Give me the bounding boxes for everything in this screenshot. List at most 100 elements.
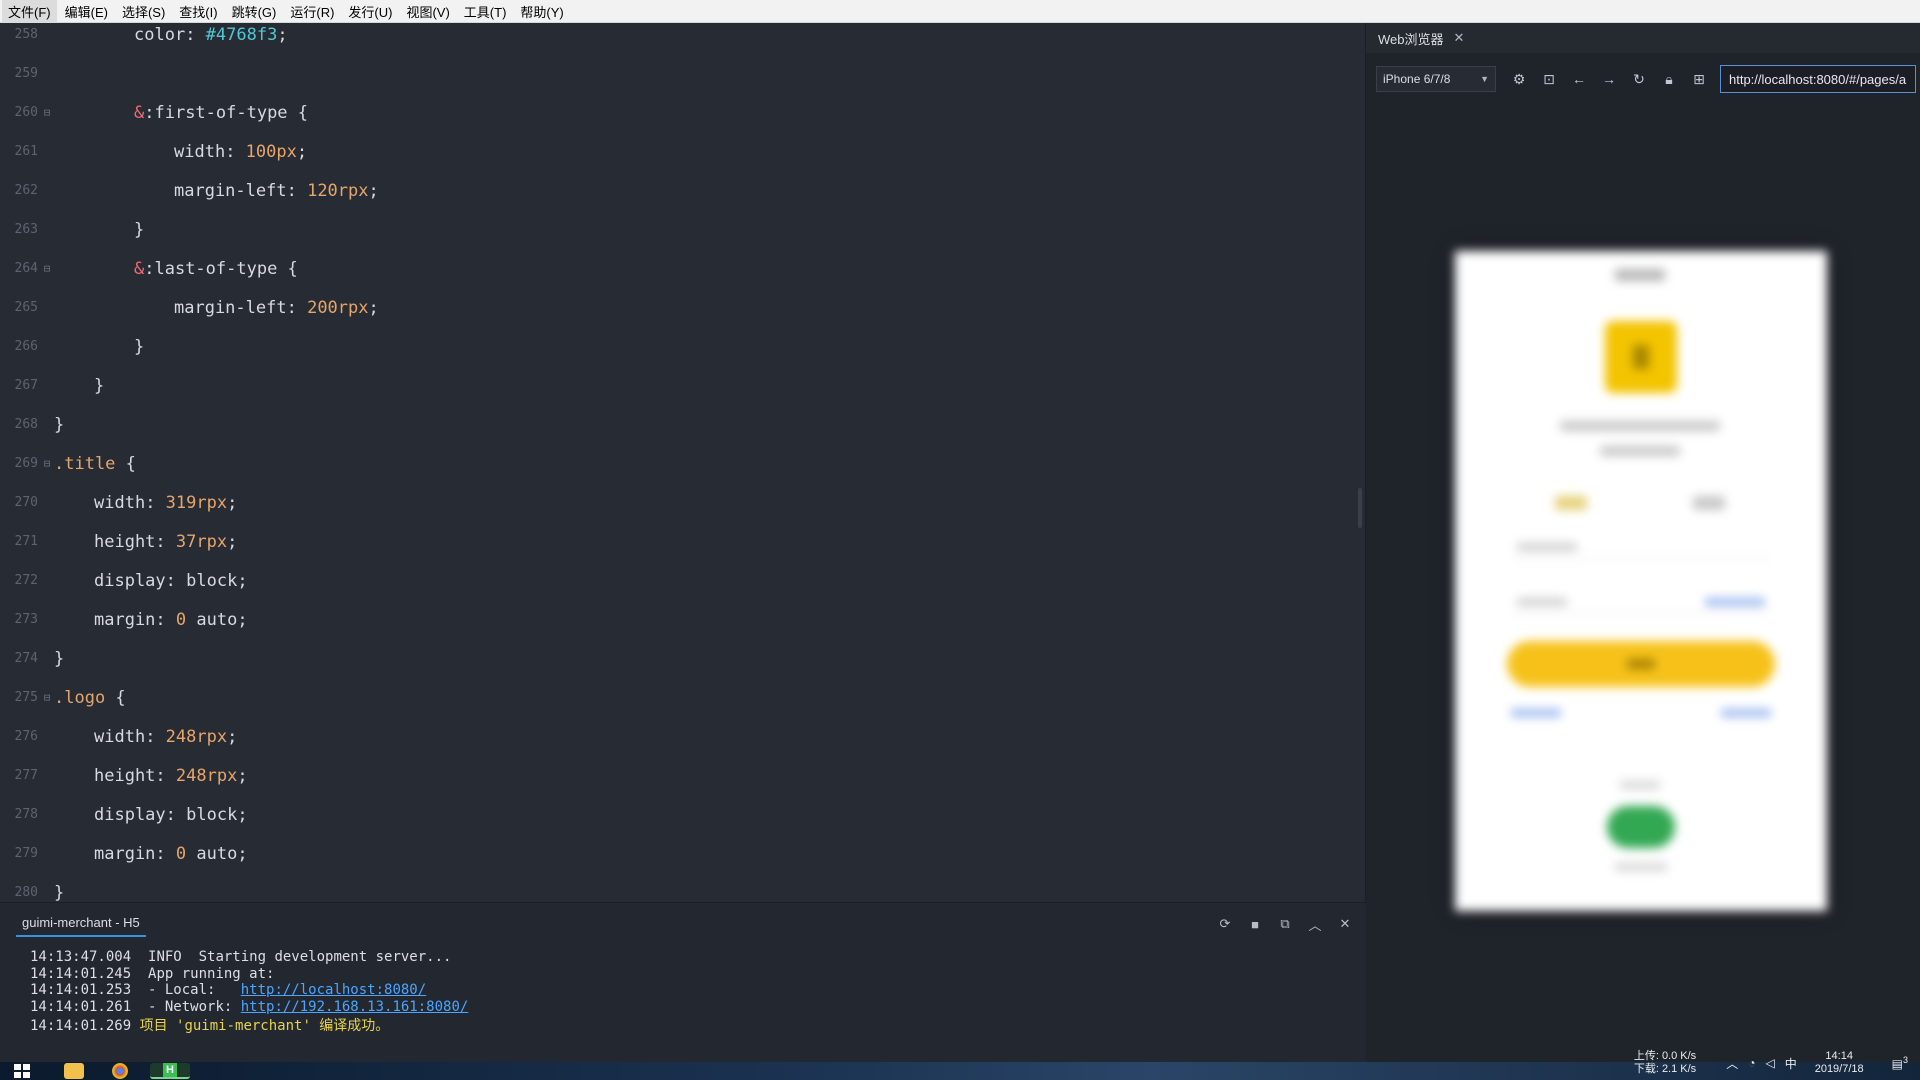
menu-item[interactable]: 工具(T) bbox=[458, 0, 513, 23]
preview-login-button bbox=[1507, 641, 1775, 687]
log-success-message: 项目 'guimi-merchant' 编译成功。 bbox=[139, 1018, 390, 1034]
menu-item[interactable]: 运行(R) bbox=[284, 0, 340, 23]
code-line[interactable]: 269 ⊟ .title { bbox=[0, 444, 1365, 483]
network-speed: 上传: 0.0 K/s 下载: 2.1 K/s bbox=[1634, 1050, 1696, 1076]
code-token: } bbox=[134, 219, 145, 240]
volume-muted-icon[interactable]: ◁ bbox=[1765, 1056, 1774, 1070]
code-token: ; bbox=[227, 492, 238, 513]
phone-preview[interactable] bbox=[1455, 251, 1827, 911]
menu-item[interactable]: 视图(V) bbox=[400, 0, 455, 23]
code-line[interactable]: 258 color: #4768f3; bbox=[0, 23, 1365, 54]
code-token: 100px bbox=[245, 141, 297, 162]
code-line[interactable]: 279 margin: 0 auto; bbox=[0, 834, 1365, 873]
line-number: 261 bbox=[14, 144, 38, 159]
stop-icon[interactable]: ■ bbox=[1246, 915, 1264, 933]
code-line[interactable]: 259 bbox=[0, 54, 1365, 93]
code-token: : bbox=[155, 843, 176, 864]
code-token: : bbox=[225, 141, 246, 162]
code-line[interactable]: 263} bbox=[0, 210, 1365, 249]
code-line[interactable]: 278 display: block; bbox=[0, 795, 1365, 834]
chrome-icon[interactable] bbox=[112, 1063, 128, 1079]
code-line[interactable]: 271 height: 37rpx; bbox=[0, 522, 1365, 561]
hbuilder-icon[interactable]: H bbox=[150, 1063, 190, 1079]
code-line[interactable]: 270 width: 319rpx; bbox=[0, 483, 1365, 522]
line-number: 266 bbox=[14, 339, 38, 354]
clock-date: 2019/7/18 bbox=[1814, 1063, 1864, 1075]
code-token: 248rpx bbox=[165, 726, 228, 747]
editor-scrollbar[interactable] bbox=[1358, 488, 1362, 528]
code-text: } bbox=[54, 220, 144, 240]
back-arrow-icon[interactable]: ← bbox=[1564, 71, 1594, 87]
file-explorer-icon[interactable] bbox=[64, 1063, 84, 1079]
menu-item[interactable]: 查找(I) bbox=[173, 0, 223, 23]
fold-toggle-icon[interactable]: ⊟ bbox=[40, 106, 54, 119]
log-line: 14:14:01.253 - Local: http://localhost:8… bbox=[30, 982, 426, 998]
code-token: 0 bbox=[175, 843, 187, 864]
settings-icon[interactable]: ⚙ bbox=[1504, 71, 1534, 88]
log-link[interactable]: http://localhost:8080/ bbox=[241, 982, 426, 998]
code-line[interactable]: 261 width: 100px; bbox=[0, 132, 1365, 171]
code-line[interactable]: 275 ⊟ .logo { bbox=[0, 678, 1365, 717]
chevron-up-icon[interactable]: ︿ bbox=[1726, 1055, 1738, 1072]
code-token: ; bbox=[237, 609, 248, 630]
log-text: App running at: bbox=[131, 965, 275, 982]
code-editor[interactable]: 258 color: #4768f3; 259 260 ⊟ &:first-of-type… bbox=[0, 23, 1366, 902]
code-line[interactable]: 262 margin-left: 120rpx; bbox=[0, 171, 1365, 210]
console-tab[interactable]: guimi-merchant - H5 bbox=[16, 911, 146, 937]
menu-bar: 文件(F) 编辑(E) 选择(S) 查找(I) 跳转(G) 运行(R) 发行(U) 视图(V)… bbox=[0, 0, 1920, 23]
menu-item[interactable]: 帮助(Y) bbox=[514, 0, 569, 23]
code-line[interactable]: 280} bbox=[0, 873, 1365, 903]
console-icon[interactable]: ⊡ bbox=[1534, 71, 1564, 88]
refresh-icon[interactable]: ↻ bbox=[1624, 71, 1654, 88]
line-number: 260 bbox=[14, 105, 38, 120]
notification-icon[interactable]: ▤3 bbox=[1892, 1055, 1908, 1071]
code-line[interactable]: 268} bbox=[0, 405, 1365, 444]
qr-code-icon[interactable]: ⊞ bbox=[1684, 71, 1714, 88]
code-line[interactable]: 276 width: 248rpx; bbox=[0, 717, 1365, 756]
code-line[interactable]: 277 height: 248rpx; bbox=[0, 756, 1365, 795]
restart-icon[interactable]: ⟳ bbox=[1216, 915, 1234, 933]
code-text: margin-left: 120rpx; bbox=[54, 181, 379, 201]
line-number: 278 bbox=[14, 807, 38, 822]
code-token: width bbox=[94, 492, 146, 513]
windows-start-icon[interactable] bbox=[14, 1064, 30, 1078]
code-token: { bbox=[287, 102, 309, 123]
line-number: 263 bbox=[14, 222, 38, 237]
menu-item[interactable]: 编辑(E) bbox=[59, 0, 114, 23]
forward-arrow-icon[interactable]: → bbox=[1594, 71, 1624, 87]
code-token: { bbox=[277, 258, 298, 279]
close-icon[interactable]: ✕ bbox=[1336, 915, 1354, 933]
wifi-icon[interactable]: ◔ bbox=[1748, 1056, 1755, 1070]
code-line[interactable]: 260 ⊟ &:first-of-type { bbox=[0, 93, 1365, 132]
code-line[interactable]: 264 ⊟ &:last-of-type { bbox=[0, 249, 1365, 288]
browser-tab[interactable]: Web浏览器 ✕ bbox=[1366, 29, 1464, 48]
menu-item[interactable]: 选择(S) bbox=[116, 0, 171, 23]
code-token: .logo bbox=[54, 687, 106, 708]
code-line[interactable]: 267} bbox=[0, 366, 1365, 405]
menu-item[interactable]: 发行(U) bbox=[342, 0, 398, 23]
code-line[interactable]: 273 margin: 0 auto; bbox=[0, 600, 1365, 639]
code-line[interactable]: 274} bbox=[0, 639, 1365, 678]
system-tray: 上传: 0.0 K/s 下载: 2.1 K/s ︿ ◔ ◁ 中 14:14 20… bbox=[1634, 1046, 1920, 1080]
code-token: } bbox=[54, 648, 65, 669]
close-icon[interactable]: ✕ bbox=[1454, 30, 1465, 46]
address-bar[interactable]: http://localhost:8080/#/pages/a bbox=[1720, 65, 1916, 93]
device-select[interactable]: iPhone 6/7/8 ▼ bbox=[1376, 66, 1496, 92]
ime-indicator[interactable]: 中 bbox=[1785, 1055, 1797, 1072]
code-line[interactable]: 266} bbox=[0, 327, 1365, 366]
code-line[interactable]: 265 margin-left: 200rpx; bbox=[0, 288, 1365, 327]
lock-icon[interactable]: 🔒︎ bbox=[1654, 71, 1684, 88]
log-link[interactable]: http://192.168.13.161:8080/ bbox=[241, 999, 469, 1015]
log-timestamp: 14:14:01.245 bbox=[30, 965, 132, 982]
open-external-icon[interactable]: ⧉ bbox=[1276, 915, 1294, 933]
clock[interactable]: 14:14 2019/7/18 bbox=[1815, 1050, 1864, 1076]
menu-item[interactable]: 文件(F) bbox=[2, 0, 57, 23]
code-line[interactable]: 272 display: block; bbox=[0, 561, 1365, 600]
fold-toggle-icon[interactable]: ⊟ bbox=[40, 262, 54, 275]
menu-item[interactable]: 跳转(G) bbox=[226, 0, 283, 23]
fold-toggle-icon[interactable]: ⊟ bbox=[40, 457, 54, 470]
fold-toggle-icon[interactable]: ⊟ bbox=[40, 691, 54, 704]
code-token: : bbox=[286, 180, 308, 201]
chevron-up-icon[interactable]: ︿ bbox=[1306, 915, 1324, 933]
code-token: : bbox=[155, 531, 176, 552]
